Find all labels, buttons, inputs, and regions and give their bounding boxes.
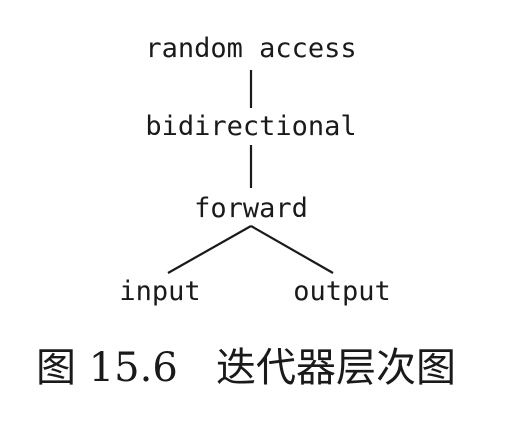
node-bidirectional: bidirectional <box>145 111 356 142</box>
figure-number: 图 15.6 <box>36 345 178 391</box>
figure-caption: 图 15.6 迭代器层次图 <box>0 338 522 398</box>
edge-forward-to-output <box>250 225 334 274</box>
node-output: output <box>293 276 391 307</box>
node-forward: forward <box>194 193 308 224</box>
node-input: input <box>119 276 200 307</box>
figure-title: 迭代器层次图 <box>216 345 456 391</box>
node-random-access: random access <box>145 33 356 64</box>
edge-forward-to-input <box>167 225 252 274</box>
